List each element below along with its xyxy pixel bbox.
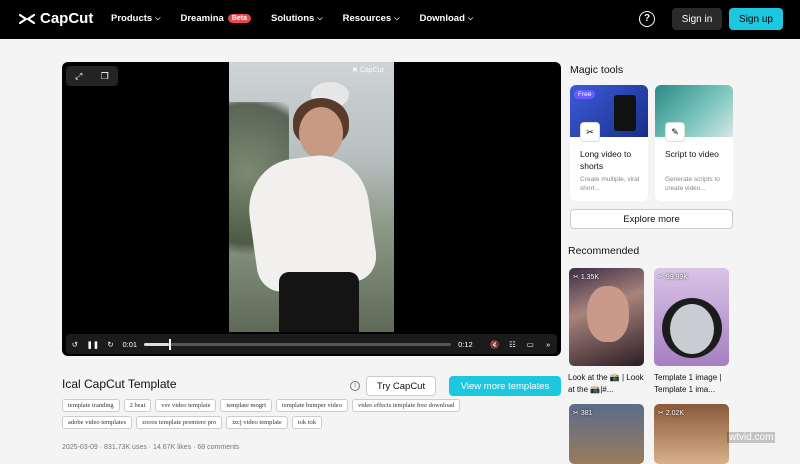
nav-dreamina-label: Dreamina <box>180 13 224 24</box>
use-count-value: 2.02K <box>665 410 685 417</box>
nav-solutions[interactable]: Solutions ⌵ <box>271 13 323 24</box>
recommended-card[interactable]: ✂ 381 <box>569 404 644 464</box>
chevron-down-icon: ⌵ <box>394 14 400 22</box>
nav-products-label: Products <box>111 13 153 24</box>
scissors-icon: ✂ <box>580 122 600 142</box>
beta-badge: Beta <box>227 14 251 23</box>
nav-solutions-label: Solutions <box>271 13 315 24</box>
current-time: 0:01 <box>122 339 138 349</box>
free-badge: Free <box>574 90 596 99</box>
duration-time: 0:12 <box>458 339 473 349</box>
tag-list: template tranding 2 beat vsv video templ… <box>62 399 532 429</box>
nav-resources-label: Resources <box>342 13 392 24</box>
capcut-logo-icon <box>18 13 36 24</box>
recommended-card[interactable]: ✂ 1.35K <box>569 268 644 366</box>
tool-card-script-to-video[interactable]: ✎ Script to video Generate scripts to cr… <box>655 85 733 201</box>
cast-icon[interactable]: ▭ <box>521 340 539 349</box>
player-controls: ↺ ❚❚ ↻ 0:01 0:12 🔇 ☷ ▭ » <box>66 334 557 354</box>
pause-icon[interactable]: ❚❚ <box>84 340 102 349</box>
tag[interactable]: 2 beat <box>123 399 152 412</box>
seek-bar-fill <box>144 342 169 346</box>
tool-description: Generate scripts to create video... <box>665 176 720 192</box>
site-watermark: wtvid.com <box>727 432 776 443</box>
use-count-value: 381 <box>580 410 593 417</box>
recommended-title[interactable]: Look at the 📸 | Look at the 📸|#... <box>568 372 646 396</box>
nav-products[interactable]: Products ⌵ <box>111 13 161 24</box>
sign-in-button[interactable]: Sign in <box>672 8 722 30</box>
tag[interactable]: zooos template premiere pro <box>136 416 223 429</box>
use-count: ✂ 1.35K <box>573 274 600 281</box>
script-icon: ✎ <box>665 122 685 142</box>
portrait-face <box>587 286 629 342</box>
chevron-down-icon: ⌵ <box>155 14 161 22</box>
use-count-value: 99.99K <box>665 274 688 281</box>
video-frame <box>229 62 394 332</box>
capcut-logo[interactable]: CapCut <box>18 10 93 27</box>
recommended-heading: Recommended <box>568 245 640 257</box>
capcut-watermark-icon: ✖ <box>352 67 358 74</box>
tool-title: Script to video <box>665 149 719 159</box>
tag[interactable]: video effects template free download <box>351 399 461 412</box>
sign-up-button[interactable]: Sign up <box>729 8 783 30</box>
rewind-icon[interactable]: ↺ <box>66 340 84 349</box>
tag[interactable]: tok tok <box>291 416 323 429</box>
video-watermark-text: CapCut <box>359 67 384 74</box>
expand-icon[interactable]: ⤢ <box>75 71 82 82</box>
video-watermark: ✖ CapCut <box>352 66 384 74</box>
use-count: ✂ 99.99K <box>658 274 688 281</box>
tag[interactable]: adobe video templates <box>62 416 133 429</box>
black-pants <box>279 272 359 332</box>
tool-title: Long video to shorts <box>580 149 632 171</box>
character-face <box>670 304 714 354</box>
tag[interactable]: vsv video template <box>155 399 217 412</box>
tag[interactable]: template bumper video <box>276 399 348 412</box>
tag[interactable]: template tranding <box>62 399 120 412</box>
magic-tools-heading: Magic tools <box>570 64 624 76</box>
nav-download-label: Download <box>419 13 465 24</box>
player-top-controls: ⤢ ❐ <box>66 66 118 86</box>
nav-download[interactable]: Download ⌵ <box>420 13 474 24</box>
chevron-down-icon: ⌵ <box>317 14 323 22</box>
template-title: Ical CapCut Template <box>62 377 177 391</box>
explore-more-button[interactable]: Explore more <box>570 209 733 229</box>
tool-description: Create multiple, viral short... <box>580 176 640 192</box>
view-more-templates-button[interactable]: View more templates <box>449 376 561 396</box>
face <box>299 107 343 159</box>
top-nav: CapCut Products ⌵ Dreamina Beta Solutions ⌵… <box>0 0 800 39</box>
use-count-value: 1.35K <box>580 274 600 281</box>
phone-preview <box>614 95 636 131</box>
tag[interactable]: template mogrt <box>220 399 273 412</box>
logo-text: CapCut <box>40 10 94 27</box>
try-capcut-button[interactable]: Try CapCut <box>366 376 436 396</box>
forward-icon[interactable]: ↻ <box>102 340 120 349</box>
nav-resources[interactable]: Resources ⌵ <box>343 13 400 24</box>
fast-forward-icon[interactable]: » <box>539 340 557 349</box>
recommended-card[interactable]: ✂ 2.02K <box>654 404 729 464</box>
tool-card-long-video[interactable]: Free ✂ Long video to shorts Create multi… <box>570 85 648 201</box>
help-icon[interactable]: ? <box>639 11 655 27</box>
tag[interactable]: tzcj video template <box>226 416 288 429</box>
recommended-title[interactable]: Template 1 image | Template 1 ima... <box>654 372 732 396</box>
use-count: ✂ 2.02K <box>658 410 685 417</box>
nav-dreamina[interactable]: Dreamina Beta <box>180 13 251 24</box>
settings-icon[interactable]: ☷ <box>504 340 522 349</box>
info-icon[interactable]: i <box>350 381 360 391</box>
use-count: ✂ 381 <box>573 410 593 417</box>
recommended-card[interactable]: ✂ 99.99K <box>654 268 729 366</box>
seek-handle[interactable] <box>168 338 171 350</box>
picture-in-picture-icon[interactable]: ❐ <box>101 71 109 82</box>
mute-icon[interactable]: 🔇 <box>486 340 504 349</box>
chevron-down-icon: ⌵ <box>467 14 474 22</box>
seek-bar[interactable] <box>144 338 452 350</box>
video-player[interactable]: ✖ CapCut ⤢ ❐ ↺ ❚❚ ↻ 0:01 0:12 🔇 ☷ ▭ » <box>62 62 561 356</box>
